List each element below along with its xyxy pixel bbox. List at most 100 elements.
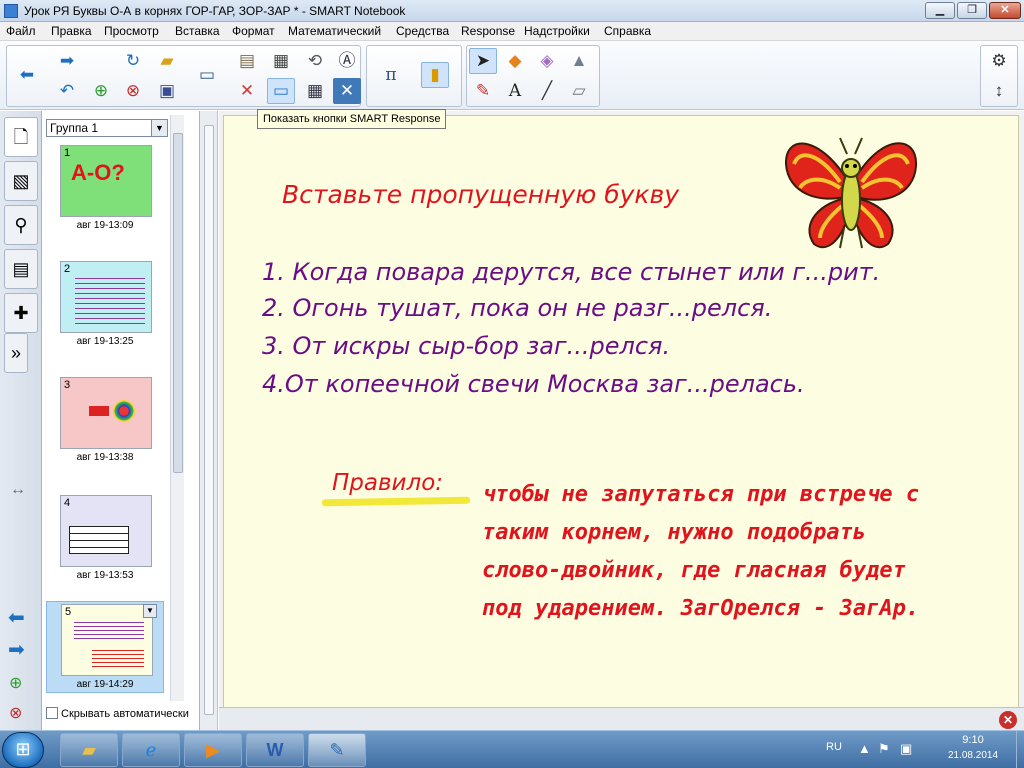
clock-date[interactable]: 21.08.2014: [934, 750, 1012, 761]
page-thumbnail-2[interactable]: 2 авг 19-13:25: [46, 261, 164, 347]
response-buttons-icon[interactable]: ▭: [267, 78, 295, 104]
addons-tab[interactable]: ✚: [4, 293, 38, 333]
eraser-tool-icon[interactable]: ◈: [533, 48, 561, 74]
text-icon[interactable]: A: [501, 78, 529, 104]
properties-tab[interactable]: ▤: [4, 249, 38, 289]
slide-heading[interactable]: Вставьте пропущенную букву: [282, 180, 679, 209]
add-page-icon[interactable]: ⊕: [87, 78, 115, 104]
minimize-button[interactable]: ▁: [925, 2, 955, 19]
system-tray: RU ▲ ⚑ ▣ 9:10 21.08.2014: [818, 731, 1024, 768]
next-page-icon[interactable]: ➡: [8, 637, 25, 662]
rule-line-3[interactable]: слово-двойник, где гласная будет: [482, 558, 906, 583]
menu-file[interactable]: Файл: [6, 24, 36, 38]
toolbar-group-tools: ➤ ◆ ◈ ▲ ✎ A ╱ ▱: [466, 45, 600, 107]
menu-edit[interactable]: Правка: [51, 24, 92, 38]
rule-line-4[interactable]: под ударением. ЗагОрелся - ЗагАр.: [482, 596, 919, 621]
page-thumbnail-3[interactable]: 3 авг 19-13:38: [46, 377, 164, 463]
splitter-handle[interactable]: [204, 125, 214, 715]
taskbar-explorer[interactable]: ▰: [60, 733, 118, 767]
sidebar-collapse-tab[interactable]: »: [4, 333, 28, 373]
move-toolbar-icon[interactable]: ↕: [985, 78, 1013, 104]
undo-icon[interactable]: ↶: [53, 78, 81, 104]
autohide-option[interactable]: Скрывать автоматически: [46, 707, 189, 720]
delete-page-side-icon[interactable]: ⊗: [9, 703, 22, 723]
autohide-checkbox[interactable]: [46, 707, 58, 719]
document-camera-icon[interactable]: ▭: [193, 62, 221, 88]
rule-label[interactable]: Правило:: [332, 470, 443, 496]
math-pi-icon[interactable]: π: [377, 62, 405, 88]
butterfly-image[interactable]: [780, 124, 922, 256]
group-select[interactable]: Группа 1 ▼: [46, 119, 168, 137]
page-time-label: авг 19-13:09: [76, 220, 134, 231]
gallery-icon[interactable]: ▮: [421, 62, 449, 88]
settings-gear-icon[interactable]: ⚙: [985, 48, 1013, 74]
taskbar-internet-explorer[interactable]: ℯ: [122, 733, 180, 767]
task-line-3[interactable]: 3. От искры сыр-бор заг...релся.: [262, 332, 670, 360]
properties-icon: ▤: [12, 259, 30, 279]
attachments-tab[interactable]: ⚲: [4, 205, 38, 245]
whiteboard-canvas[interactable]: Вставьте пропущенную букву 1. Когда пова…: [219, 111, 1024, 730]
tray-expand-icon[interactable]: ▲: [858, 741, 871, 756]
menu-help[interactable]: Справка: [604, 24, 651, 38]
page-sorter-tab[interactable]: 🗋: [4, 117, 38, 157]
close-window-button[interactable]: ✕: [989, 2, 1021, 19]
taskbar-word[interactable]: W: [246, 733, 304, 767]
eraser-icon[interactable]: ▱: [565, 78, 593, 104]
spellcheck-icon[interactable]: Ⓐ: [333, 48, 361, 74]
select-pointer-icon[interactable]: ➤: [469, 48, 497, 74]
menu-math[interactable]: Математический: [288, 24, 381, 38]
start-button[interactable]: ⊞: [2, 732, 44, 768]
page-time-label: авг 19-13:53: [76, 570, 134, 581]
paste-icon[interactable]: ▤: [233, 48, 261, 74]
forward-arrow-icon[interactable]: ➡: [53, 48, 81, 74]
taskbar-smart-notebook[interactable]: ✎: [308, 733, 366, 767]
clock-time[interactable]: 9:10: [948, 734, 998, 746]
maximize-button[interactable]: ❐: [957, 2, 987, 19]
menu-format[interactable]: Формат: [232, 24, 275, 38]
show-desktop-button[interactable]: [1016, 731, 1024, 768]
table-icon[interactable]: ▦: [301, 78, 329, 104]
screen-shade-icon[interactable]: ▦: [267, 48, 295, 74]
sidebar-splitter[interactable]: [200, 111, 218, 730]
menu-response[interactable]: Response: [461, 24, 515, 38]
smart-notebook-app-icon[interactable]: [4, 4, 18, 18]
task-line-4[interactable]: 4.От копеечной свечи Москва заг...релась…: [262, 370, 805, 398]
line-icon[interactable]: ╱: [533, 78, 561, 104]
close-canvas-icon[interactable]: ✕: [999, 711, 1017, 729]
rule-line-2[interactable]: таким корнем, нужно подобрать: [482, 520, 866, 545]
redo-icon[interactable]: ↻: [119, 48, 147, 74]
save-icon[interactable]: ▣: [153, 78, 181, 104]
panel-scroll-thumb[interactable]: [173, 133, 183, 473]
action-center-flag-icon[interactable]: ⚑: [878, 741, 890, 757]
page-menu-chevron-icon[interactable]: ▼: [143, 604, 157, 618]
menu-addons[interactable]: Надстройки: [524, 24, 590, 38]
menu-insert[interactable]: Вставка: [175, 24, 220, 38]
menu-tools[interactable]: Средства: [396, 24, 449, 38]
back-arrow-icon[interactable]: ⬅: [13, 62, 41, 88]
shapes-icon[interactable]: ◆: [501, 48, 529, 74]
task-line-1[interactable]: 1. Когда повара дерутся, все стынет или …: [262, 258, 880, 286]
previous-page-icon[interactable]: ⬅: [8, 605, 25, 630]
delete-icon[interactable]: ✕: [233, 78, 261, 104]
page-thumbnail-5[interactable]: 5 авг 19-14:29 ▼: [46, 601, 164, 693]
fullscreen-icon[interactable]: ✕: [333, 78, 361, 104]
network-icon[interactable]: ▣: [900, 741, 912, 757]
language-indicator[interactable]: RU: [826, 741, 842, 753]
delete-page-icon[interactable]: ⊗: [119, 78, 147, 104]
panel-scrollbar[interactable]: [170, 115, 184, 701]
rule-line-1[interactable]: чтобы не запутаться при встрече с: [482, 482, 919, 507]
sidebar-swap-icon[interactable]: ↔: [10, 481, 26, 499]
taskbar-media-player[interactable]: ▶: [184, 733, 242, 767]
open-folder-icon[interactable]: ▰: [153, 48, 181, 74]
slide-page[interactable]: Вставьте пропущенную букву 1. Когда пова…: [223, 115, 1019, 711]
menu-view[interactable]: Просмотр: [104, 24, 159, 38]
add-page-side-icon[interactable]: ⊕: [9, 673, 22, 693]
page-thumbnail-4[interactable]: 4 авг 19-13:53: [46, 495, 164, 581]
task-line-2[interactable]: 2. Огонь тушат, пока он не разг...релся.: [262, 294, 772, 322]
page-thumbnail-1[interactable]: 1 А-О? авг 19-13:09: [46, 145, 164, 231]
chevron-down-icon[interactable]: ▼: [151, 120, 167, 136]
capture-icon[interactable]: ⟲: [301, 48, 329, 74]
gallery-tab[interactable]: ▧: [4, 161, 38, 201]
pens-icon[interactable]: ✎: [469, 78, 497, 104]
fill-icon[interactable]: ▲: [565, 48, 593, 74]
